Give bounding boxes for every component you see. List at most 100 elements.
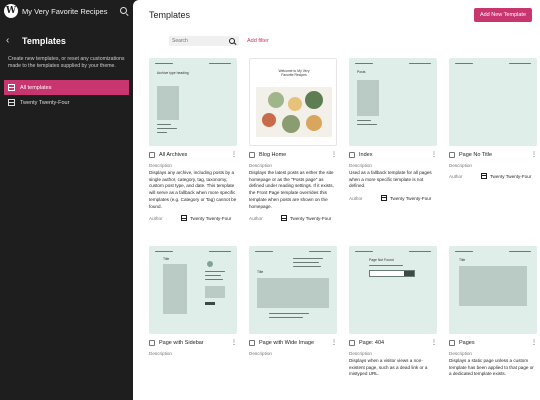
template-card: Archive type heading All Archives ⋮ Desc… [149, 58, 237, 222]
preview-block [205, 286, 225, 298]
preview-line [157, 128, 177, 130]
sidebar-nav: All templates Twenty Twenty-Four [0, 80, 133, 110]
preview-line [455, 63, 473, 65]
sidebar-description: Create new templates, or reset any custo… [8, 56, 125, 69]
author-label: Author [149, 215, 163, 221]
preview-heading: Page Not Found [369, 258, 394, 262]
preview-line [293, 262, 319, 264]
template-preview[interactable]: Archive type heading [149, 58, 237, 146]
preview-image [157, 86, 179, 120]
preview-heading: Archive type heading [157, 71, 189, 75]
select-checkbox[interactable] [349, 340, 355, 346]
template-name[interactable]: Blog Home [259, 152, 331, 158]
select-checkbox[interactable] [249, 340, 255, 346]
preview-line [309, 251, 331, 253]
template-preview[interactable]: Title [249, 246, 337, 334]
description-label: Description [349, 163, 372, 168]
template-name[interactable]: Page with Sidebar [159, 340, 231, 346]
preview-food-bowl [305, 91, 323, 109]
site-title[interactable]: My Very Favorite Recipes [22, 7, 119, 16]
preview-line [357, 124, 377, 126]
preview-line [357, 120, 371, 122]
preview-line [293, 266, 321, 268]
layout-icon [481, 173, 487, 179]
template-description: Displays a static page unless a custom t… [449, 358, 534, 377]
template-preview[interactable]: Page Not Found [349, 246, 437, 334]
sidebar-header: ‹ Templates [0, 22, 133, 47]
preview-heading: Posts [357, 70, 366, 74]
author-label: Author [249, 215, 263, 221]
preview-line [205, 271, 225, 273]
search-icon [229, 37, 236, 45]
search-input[interactable]: Search [169, 36, 239, 46]
template-preview[interactable]: Title [149, 246, 237, 334]
template-name[interactable]: Index [359, 152, 431, 158]
card-header: Index ⋮ [349, 151, 437, 159]
add-new-template-button[interactable]: Add New Template [473, 8, 532, 22]
template-card: Title Page with Sidebar ⋮ Description [149, 246, 237, 356]
more-vertical-icon[interactable]: ⋮ [331, 152, 337, 158]
preview-line [409, 251, 431, 253]
description-label: Description [349, 351, 372, 356]
author-row: Author Twenty Twenty-Four [449, 173, 537, 179]
template-preview[interactable]: Title [449, 246, 537, 334]
template-name[interactable]: Page No Title [459, 152, 531, 158]
template-description: Used as a fallback template for all page… [349, 170, 432, 189]
more-vertical-icon[interactable]: ⋮ [231, 340, 237, 346]
select-checkbox[interactable] [249, 152, 255, 158]
template-name[interactable]: Page with Wide Image [259, 340, 331, 346]
sidebar-title: Templates [22, 36, 66, 46]
search-icon[interactable] [119, 6, 129, 16]
select-checkbox[interactable] [149, 340, 155, 346]
select-checkbox[interactable] [449, 340, 455, 346]
preview-food-bowl [262, 113, 276, 127]
preview-heading: Welcome to My Very Favorite Recipes [278, 69, 310, 78]
preview-line [269, 313, 309, 315]
more-vertical-icon[interactable]: ⋮ [431, 152, 437, 158]
more-vertical-icon[interactable]: ⋮ [331, 340, 337, 346]
more-vertical-icon[interactable]: ⋮ [531, 340, 537, 346]
select-checkbox[interactable] [149, 152, 155, 158]
preview-line [269, 317, 303, 319]
preview-line [255, 251, 273, 253]
select-checkbox[interactable] [349, 152, 355, 158]
select-checkbox[interactable] [449, 152, 455, 158]
preview-image [459, 266, 527, 306]
preview-line [355, 63, 373, 65]
preview-line [509, 251, 531, 253]
template-card: Welcome to My Very Favorite Recipes Blog… [249, 58, 337, 222]
preview-line [455, 251, 473, 253]
template-name[interactable]: All Archives [159, 152, 231, 158]
template-name[interactable]: Pages [459, 340, 531, 346]
preview-food-bowl [288, 97, 302, 111]
add-filter-button[interactable]: Add filter [247, 38, 269, 44]
template-card: Title Page with Wide Image ⋮ Description [249, 246, 337, 356]
preview-line [157, 132, 167, 134]
sidebar: W My Very Favorite Recipes ‹ Templates C… [0, 0, 133, 400]
template-card: Page Not Found Page: 404 ⋮ Description D… [349, 246, 437, 378]
preview-line [355, 251, 373, 253]
preview-line [209, 251, 231, 253]
template-preview[interactable]: Welcome to My Very Favorite Recipes [249, 58, 337, 146]
template-preview[interactable] [449, 58, 537, 146]
site-hub: W My Very Favorite Recipes [0, 0, 133, 22]
sidebar-item-all-templates[interactable]: All templates [4, 80, 129, 95]
author-row: Author Twenty Twenty-Four [249, 215, 337, 222]
template-name[interactable]: Page: 404 [359, 340, 431, 346]
more-vertical-icon[interactable]: ⋮ [231, 152, 237, 158]
more-vertical-icon[interactable]: ⋮ [431, 340, 437, 346]
description-label: Description [449, 351, 472, 356]
author-value: Twenty Twenty-Four [390, 195, 432, 201]
card-header: Blog Home ⋮ [249, 151, 337, 159]
sidebar-item-label: All templates [20, 84, 52, 91]
template-card: Posts Index ⋮ Description Used as a fall… [349, 58, 437, 202]
sidebar-item-twenty-twenty-four[interactable]: Twenty Twenty-Four [0, 95, 133, 110]
more-vertical-icon[interactable]: ⋮ [531, 152, 537, 158]
card-header: All Archives ⋮ [149, 151, 237, 159]
wordpress-logo-icon[interactable]: W [4, 4, 18, 18]
template-preview[interactable]: Posts [349, 58, 437, 146]
template-icon [8, 99, 15, 106]
preview-wide-image [257, 278, 329, 308]
preview-food-bowl [282, 115, 300, 133]
chevron-left-icon[interactable]: ‹ [6, 36, 18, 46]
